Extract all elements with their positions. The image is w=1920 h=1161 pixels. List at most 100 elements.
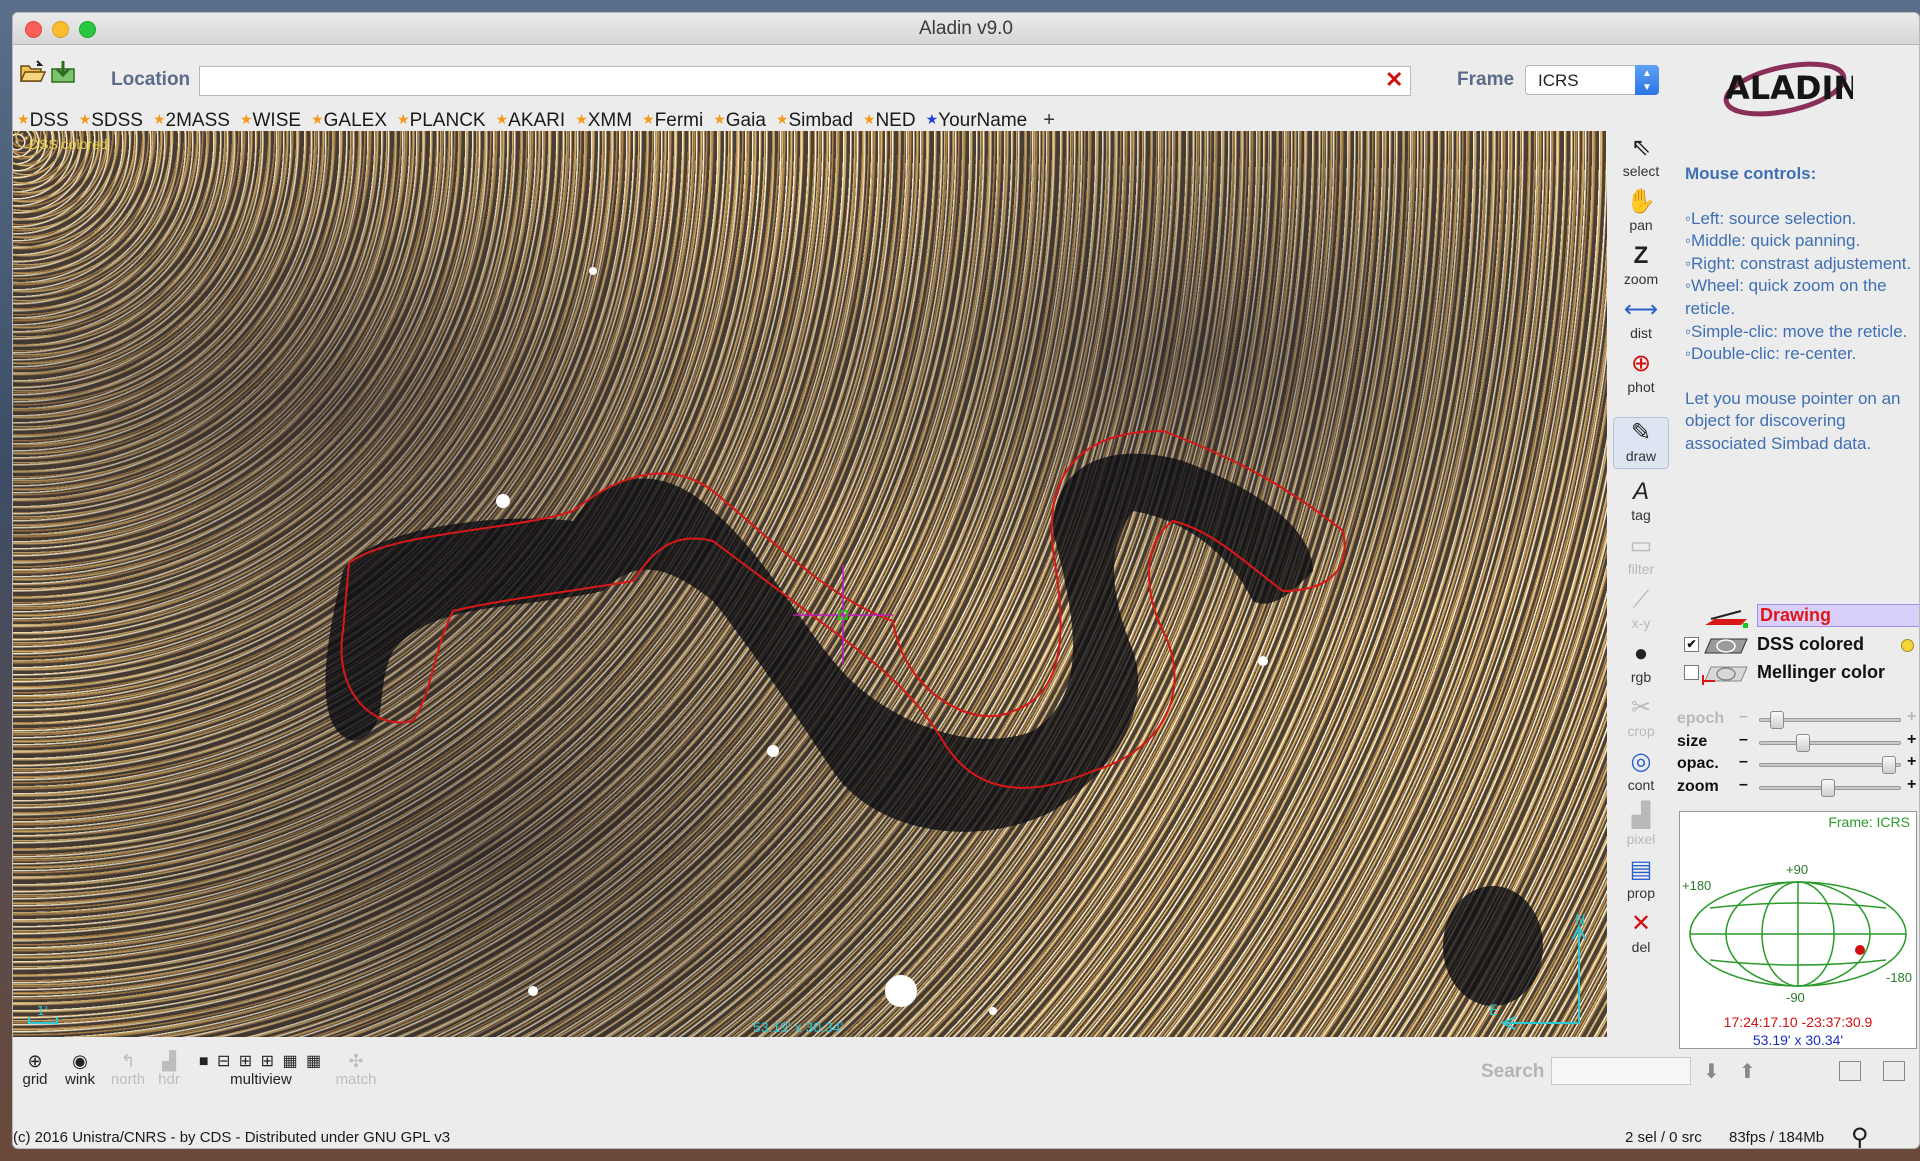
tool-dist-label: dist — [1630, 325, 1652, 341]
decrease-icon[interactable]: – — [1739, 753, 1748, 771]
tool-zoom[interactable]: Zzoom — [1613, 241, 1669, 293]
tool-prop-label: prop — [1626, 885, 1656, 901]
slider-knob[interactable] — [1770, 711, 1785, 729]
slider-track[interactable] — [1759, 733, 1901, 752]
slider-knob[interactable] — [1821, 778, 1836, 797]
survey-fermi[interactable]: ★Fermi — [642, 110, 703, 132]
mouse-controls-help: Mouse controls: ◦Left: source selection.… — [1685, 163, 1917, 456]
tool-draw-label: draw — [1625, 448, 1657, 464]
plane-drawing[interactable]: Drawing — [1679, 603, 1919, 631]
folder-open-icon[interactable] — [19, 59, 47, 85]
slider-track[interactable] — [1759, 711, 1901, 729]
slider-knob[interactable] — [1881, 756, 1896, 775]
match-button[interactable]: ✣ match — [331, 1051, 381, 1088]
survey-gaia[interactable]: ★Gaia — [713, 110, 766, 132]
increase-icon[interactable]: + — [1907, 753, 1916, 771]
survey-planck[interactable]: ★PLANCK — [397, 110, 486, 132]
survey-galex[interactable]: ★GALEX — [311, 110, 387, 132]
tool-del[interactable]: ✕ del — [1613, 909, 1669, 961]
search-previous-icon[interactable]: ⬆ — [1739, 1059, 1756, 1084]
size-slider[interactable]: size – + — [1677, 730, 1919, 753]
zoom-slider[interactable]: zoom – + — [1677, 775, 1919, 798]
tool-pixel[interactable]: ▟ pixel — [1613, 801, 1669, 853]
tool-crop[interactable]: ✂ crop — [1613, 693, 1669, 745]
plane-visibility-checkbox[interactable]: ✔ — [1684, 637, 1699, 652]
tool-cont[interactable]: ◎ cont — [1613, 747, 1669, 799]
dark-nebula-shapes — [325, 453, 1543, 1006]
survey-label: DSS — [29, 110, 69, 131]
survey-sdss[interactable]: ★SDSS — [79, 110, 143, 132]
increase-icon[interactable]: + — [1907, 708, 1916, 726]
increase-icon[interactable]: + — [1907, 731, 1916, 749]
opacity-slider[interactable]: opac. – + — [1677, 752, 1919, 775]
survey-xmm[interactable]: ★XMM — [575, 110, 632, 132]
survey-wise[interactable]: ★WISE — [240, 110, 301, 132]
telescope-icon[interactable]: ⚲ — [1851, 1123, 1869, 1148]
aitoff-grid — [1689, 881, 1907, 987]
tool-pan[interactable]: ✋ pan — [1613, 187, 1669, 239]
plane-mellinger-color[interactable]: Mellinger color — [1679, 659, 1919, 687]
tool-dist[interactable]: ⟷ dist — [1613, 295, 1669, 347]
survey-dss[interactable]: ★DSS — [17, 110, 69, 132]
north-arrow-icon: ↰ — [120, 1051, 136, 1071]
star-icon: ★ — [17, 111, 30, 127]
sky-view[interactable]: N E 1' DSS colored 53.19' x 30.34' — [13, 131, 1607, 1037]
close-window-button[interactable] — [25, 21, 42, 38]
survey-simbad[interactable]: ★Simbad — [776, 110, 853, 132]
tool-filter[interactable]: ▭ filter — [1613, 531, 1669, 583]
tool-phot-label: phot — [1627, 379, 1655, 395]
epoch-slider[interactable]: epoch – + — [1677, 707, 1919, 730]
multiview-selector[interactable]: ■ ⊟ ⊞ ⊞ ▦ ▦ multiview — [191, 1051, 331, 1088]
pixel-histogram-icon: ▟ — [1631, 802, 1651, 829]
grid-button[interactable]: ⊕ grid — [17, 1051, 53, 1088]
location-label: Location — [111, 69, 191, 90]
frame-select-value: ICRS — [1538, 71, 1579, 90]
hdr-button[interactable]: ▟ hdr — [153, 1051, 185, 1088]
plane-visibility-checkbox[interactable] — [1684, 665, 1699, 680]
location-input[interactable] — [199, 66, 1411, 96]
restore-panel-icon[interactable] — [1839, 1061, 1861, 1081]
survey-akari[interactable]: ★AKARI — [496, 110, 566, 132]
detach-window-icon[interactable] — [1883, 1061, 1905, 1081]
survey-2mass[interactable]: ★2MASS — [153, 110, 230, 132]
logo-text: ALADIN — [1725, 69, 1853, 107]
search-next-icon[interactable]: ⬇ — [1703, 1059, 1720, 1084]
decrease-icon[interactable]: – — [1739, 776, 1748, 794]
sky-overview-map[interactable]: Frame: ICRS +90 -90 +180 -180 17:24:17.1… — [1679, 811, 1917, 1049]
slider-knob[interactable] — [1795, 733, 1810, 752]
save-download-icon[interactable] — [49, 59, 77, 85]
survey-ned[interactable]: ★NED — [863, 110, 916, 132]
minimize-window-button[interactable] — [52, 21, 69, 38]
tool-rgb[interactable]: ● rgb — [1613, 639, 1669, 691]
xy-plot-icon: ⟋ — [1632, 586, 1650, 613]
tool-cont-label: cont — [1627, 777, 1655, 793]
add-survey-button[interactable]: + — [1043, 109, 1055, 132]
compass-east-label: E — [1489, 1003, 1498, 1019]
clear-location-icon[interactable]: ✕ — [1385, 67, 1403, 93]
help-note: Let you mouse pointer on an object for d… — [1685, 388, 1901, 453]
north-button[interactable]: ↰ north — [105, 1051, 151, 1088]
tool-tag[interactable]: Atag — [1613, 477, 1669, 529]
slider-track[interactable] — [1759, 756, 1901, 775]
tool-prop[interactable]: ▤ prop — [1613, 855, 1669, 907]
pencil-icon: ✎ — [1630, 419, 1652, 446]
frame-select[interactable]: ICRS ▲ ▼ — [1525, 65, 1659, 95]
tool-phot[interactable]: ⊕ phot — [1613, 349, 1669, 401]
tool-xy[interactable]: ⟋ x-y — [1613, 585, 1669, 637]
bright-stars — [496, 267, 1268, 1015]
lat-bottom-label: -90 — [1786, 990, 1805, 1005]
search-input[interactable] — [1551, 1057, 1691, 1085]
zoom-window-button[interactable] — [79, 21, 96, 38]
main-toolbar: Location ✕ Frame ICRS ▲ ▼ — [13, 53, 1919, 96]
survey-yourname[interactable]: ★YourName — [926, 110, 1028, 132]
decrease-icon[interactable]: – — [1739, 731, 1748, 749]
decrease-icon[interactable]: – — [1739, 708, 1748, 726]
tool-select[interactable]: ⇖ select — [1613, 133, 1669, 185]
plane-dss-colored[interactable]: ✔ DSS colored — [1679, 631, 1919, 659]
filter-icon: ▭ — [1629, 532, 1653, 559]
current-layer-label: DSS colored — [29, 136, 108, 152]
tool-draw[interactable]: ✎ draw — [1613, 417, 1669, 469]
increase-icon[interactable]: + — [1907, 776, 1916, 794]
wink-button[interactable]: ◉ wink — [59, 1051, 101, 1088]
slider-track[interactable] — [1759, 778, 1901, 797]
